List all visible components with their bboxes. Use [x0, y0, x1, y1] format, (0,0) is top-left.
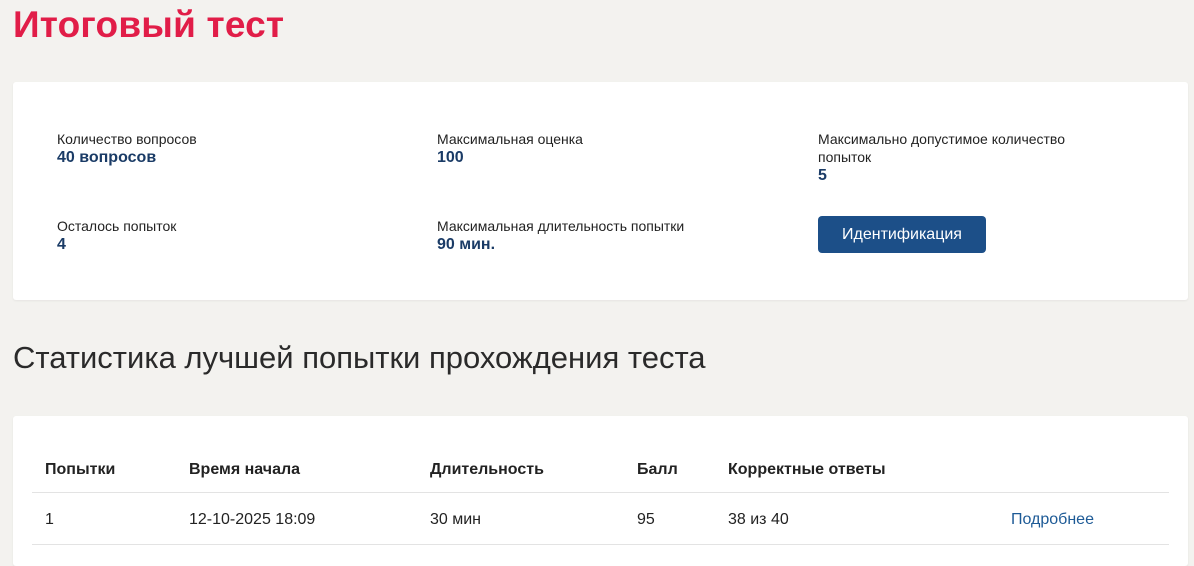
info-max-score: Максимальная оценка 100 [437, 130, 777, 168]
max-score-label: Максимальная оценка [437, 131, 583, 147]
table-row: 1 12-10-2025 18:09 30 мин 95 38 из 40 По… [32, 492, 1169, 545]
stats-card: Попытки Время начала Длительность Балл К… [13, 416, 1188, 566]
cell-start-time: 12-10-2025 18:09 [176, 492, 417, 545]
col-header-attempts: Попытки [32, 450, 176, 493]
identification-button[interactable]: Идентификация [818, 216, 986, 253]
test-info-card: Количество вопросов 40 вопросов Максимал… [13, 82, 1188, 300]
remaining-value: 4 [57, 236, 66, 253]
max-duration-label: Максимальная длительность попытки [437, 218, 685, 234]
col-header-actions [998, 450, 1169, 493]
col-header-correct: Корректные ответы [715, 450, 998, 493]
col-header-start-time: Время начала [176, 450, 417, 493]
max-duration-value: 90 мин. [437, 236, 496, 253]
info-max-duration: Максимальная длительность попытки 90 мин… [437, 217, 777, 255]
details-link[interactable]: Подробнее [1011, 511, 1094, 528]
max-score-value: 100 [437, 149, 464, 166]
table-header-row: Попытки Время начала Длительность Балл К… [32, 450, 1169, 493]
cell-attempt: 1 [32, 492, 176, 545]
max-attempts-label: Максимально допустимое количество попыто… [818, 131, 1065, 165]
col-header-score: Балл [624, 450, 715, 493]
cell-score: 95 [624, 492, 715, 545]
info-remaining-attempts: Осталось попыток 4 [57, 217, 397, 255]
cell-correct: 38 из 40 [715, 492, 998, 545]
questions-label: Количество вопросов [57, 131, 197, 147]
max-attempts-value: 5 [818, 167, 827, 184]
questions-value: 40 вопросов [57, 149, 157, 166]
info-max-attempts: Максимально допустимое количество попыто… [818, 130, 1118, 186]
cell-duration: 30 мин [417, 492, 624, 545]
stats-section-title: Статистика лучшей попытки прохождения те… [13, 340, 706, 375]
info-questions: Количество вопросов 40 вопросов [57, 130, 397, 168]
col-header-duration: Длительность [417, 450, 624, 493]
cell-details: Подробнее [998, 492, 1169, 545]
page-title: Итоговый тест [13, 4, 285, 45]
remaining-label: Осталось попыток [57, 218, 177, 234]
attempts-table: Попытки Время начала Длительность Балл К… [32, 450, 1169, 545]
